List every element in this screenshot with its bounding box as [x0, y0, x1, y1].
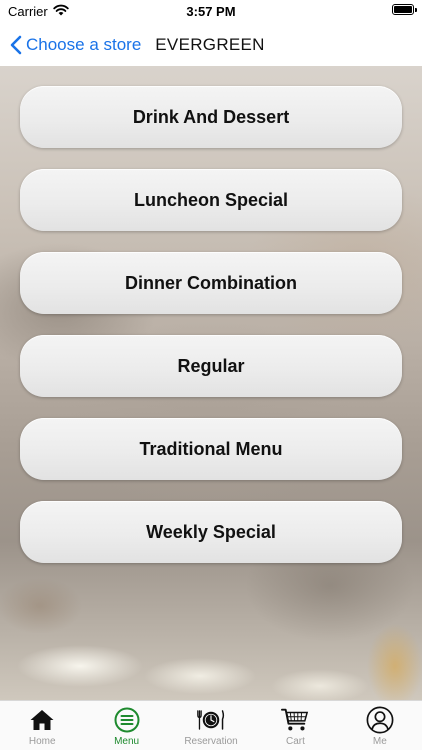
menu-category-dinner-combination[interactable]: Dinner Combination — [20, 252, 402, 314]
navigation-bar: Choose a store EVERGREEN — [0, 24, 422, 66]
tab-me-label: Me — [372, 736, 387, 747]
menu-category-luncheon-special[interactable]: Luncheon Special — [20, 169, 402, 231]
menu-category-traditional-menu[interactable]: Traditional Menu — [20, 418, 402, 480]
menu-category-list: Drink And Dessert Luncheon Special Dinne… — [20, 86, 402, 584]
store-name: EVERGREEN — [155, 35, 265, 54]
chevron-left-icon — [10, 35, 22, 55]
tab-menu[interactable]: Menu — [84, 701, 168, 750]
back-button[interactable]: Choose a store — [10, 35, 141, 55]
menu-category-regular[interactable]: Regular — [20, 335, 402, 397]
tab-cart[interactable]: Cart — [253, 701, 337, 750]
tab-reservation[interactable]: Reservation — [169, 701, 253, 750]
menu-category-weekly-special[interactable]: Weekly Special — [20, 501, 402, 563]
profile-icon — [366, 706, 394, 734]
tab-me[interactable]: Me — [338, 701, 422, 750]
status-time: 3:57 PM — [186, 4, 236, 19]
tab-cart-label: Cart — [285, 736, 305, 747]
tab-home[interactable]: Home — [0, 701, 84, 750]
menu-category-drink-and-dessert[interactable]: Drink And Dessert — [20, 86, 402, 148]
status-bar: Carrier 3:57 PM — [0, 0, 422, 24]
tab-bar: Home Menu Reservation Cart Me — [0, 700, 422, 750]
back-label: Choose a store — [26, 35, 142, 54]
tab-reservation-label: Reservation — [184, 736, 238, 747]
reservation-icon — [197, 706, 225, 734]
cart-icon — [281, 706, 309, 734]
home-icon — [28, 706, 56, 734]
tab-home-label: Home — [28, 736, 56, 747]
menu-icon — [113, 706, 141, 734]
menu-category-screen: Drink And Dessert Luncheon Special Dinne… — [0, 66, 422, 700]
battery-icon — [392, 4, 417, 15]
tab-menu-label: Menu — [114, 736, 140, 747]
